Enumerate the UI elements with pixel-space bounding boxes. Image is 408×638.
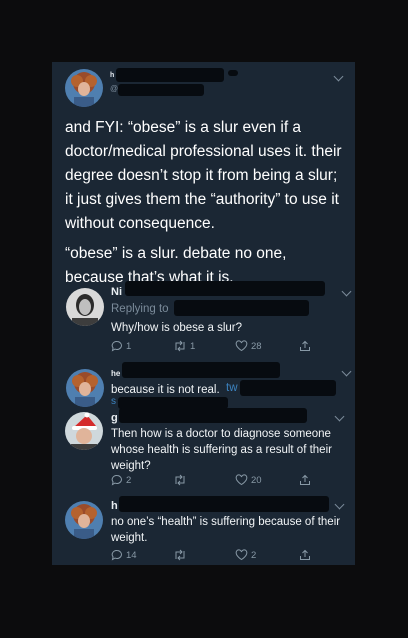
share-button[interactable] xyxy=(299,474,311,486)
reply-button[interactable]: 14 xyxy=(111,549,137,561)
retweet-button[interactable] xyxy=(173,549,190,561)
share-button[interactable] xyxy=(299,340,311,352)
like-count: 2 xyxy=(251,549,257,561)
chevron-down-icon[interactable] xyxy=(334,499,345,510)
reply-icon xyxy=(111,550,122,561)
reply-count: 2 xyxy=(126,474,132,486)
chevron-down-icon[interactable] xyxy=(341,366,352,377)
like-button[interactable]: 2 xyxy=(235,549,256,561)
avatar[interactable] xyxy=(66,369,104,407)
avatar[interactable] xyxy=(65,501,103,539)
redacted-name xyxy=(125,281,325,296)
reply-button[interactable]: 2 xyxy=(111,474,131,486)
author-name[interactable]: h xyxy=(111,500,118,512)
reply-button[interactable]: 1 xyxy=(111,340,131,352)
avatar[interactable] xyxy=(65,412,103,450)
like-button[interactable]: 28 xyxy=(235,340,262,352)
reply-body: because it is not real. xyxy=(111,384,220,396)
share-icon xyxy=(300,340,310,351)
author-name[interactable]: h xyxy=(110,72,114,79)
redacted-handle xyxy=(118,84,204,96)
reply-icon xyxy=(111,341,122,352)
replying-to: Replying to xyxy=(111,303,169,315)
tweet-body: and FYI: “obese” is a slur even if a doc… xyxy=(65,119,342,232)
retweet-icon xyxy=(175,340,185,352)
retweet-icon xyxy=(175,474,185,486)
tweet-actions: 2 20 xyxy=(111,474,351,488)
reply-body: Why/how is obese a slur? xyxy=(111,322,243,334)
redacted-link xyxy=(240,380,336,396)
like-count: 28 xyxy=(251,340,262,352)
tweet-actions: 14 2 xyxy=(111,549,351,563)
chevron-down-icon[interactable] xyxy=(334,411,345,422)
author-name[interactable]: Ni xyxy=(111,286,122,298)
author-handle[interactable]: @ xyxy=(110,84,118,93)
chevron-down-icon[interactable] xyxy=(341,286,352,297)
heart-icon xyxy=(235,549,248,561)
share-icon xyxy=(300,474,310,485)
link-fragment[interactable]: s xyxy=(111,396,116,407)
redacted-name xyxy=(116,68,224,82)
reply-body: Then how is a doctor to diagnose someone… xyxy=(111,428,332,472)
redacted-name xyxy=(119,496,329,512)
redacted-name xyxy=(119,408,307,423)
heart-icon xyxy=(235,474,248,486)
retweet-button[interactable] xyxy=(173,474,190,486)
retweet-count: 1 xyxy=(190,340,196,352)
retweet-button[interactable]: 1 xyxy=(173,340,195,352)
like-count: 20 xyxy=(251,474,262,486)
link-fragment[interactable]: tw xyxy=(226,382,238,394)
like-button[interactable]: 20 xyxy=(235,474,262,486)
tweet-actions: 1 1 28 xyxy=(111,340,351,354)
reply-count: 1 xyxy=(126,340,132,352)
reply-icon xyxy=(111,475,122,486)
heart-icon xyxy=(235,340,248,352)
share-button[interactable] xyxy=(299,549,311,561)
avatar[interactable] xyxy=(66,288,104,326)
avatar[interactable] xyxy=(65,69,103,107)
author-name[interactable]: he xyxy=(111,369,120,378)
tweet-thread-panel: h @ and FYI: “obese” is a slur even if a… xyxy=(52,62,355,565)
redacted-handle xyxy=(174,300,309,316)
redacted-name xyxy=(228,70,238,76)
chevron-down-icon[interactable] xyxy=(333,71,344,82)
redacted-name xyxy=(122,362,280,378)
reply-count: 14 xyxy=(126,549,137,561)
reply-body: no one’s “health” is suffering because o… xyxy=(111,516,341,544)
author-name[interactable]: g xyxy=(111,412,118,424)
share-icon xyxy=(300,549,310,560)
retweet-icon xyxy=(175,549,185,561)
